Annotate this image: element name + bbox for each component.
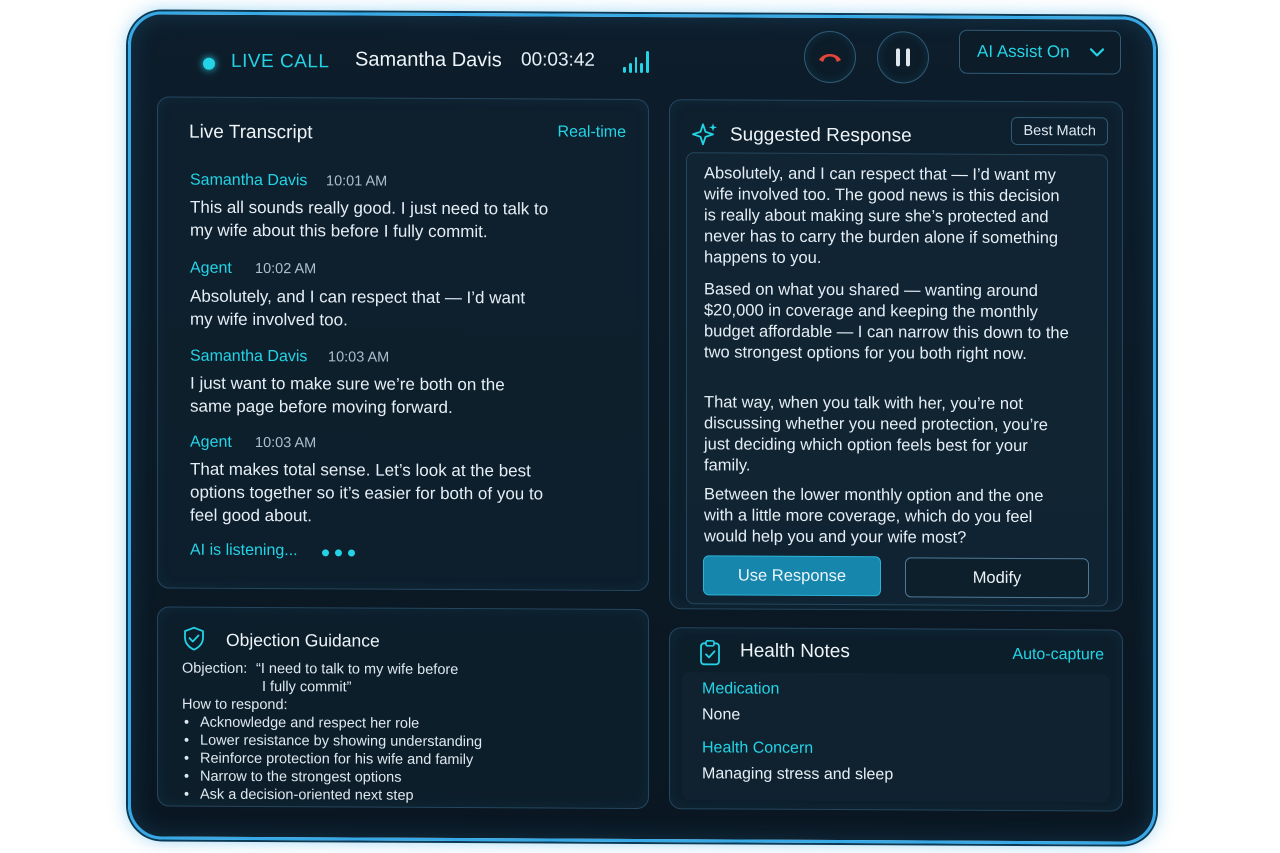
message-text: Absolutely, and I can respect that — I’d… xyxy=(190,286,526,330)
objection-quote-line: “I need to talk to my wife before xyxy=(256,660,459,679)
list-item: Reinforce protection for his wife and fa… xyxy=(182,750,482,770)
message-speaker: Samantha Davis xyxy=(190,171,308,190)
message-text: I just want to make sure we’re both on t… xyxy=(190,373,505,418)
response-steps-list: Acknowledge and respect her role Lower r… xyxy=(182,714,482,806)
sparkle-icon xyxy=(692,123,717,146)
shield-check-icon xyxy=(184,626,204,651)
response-paragraph: Between the lower monthly option and the… xyxy=(704,485,1044,547)
caller-name: Samantha Davis xyxy=(355,48,502,72)
note-value: None xyxy=(702,706,741,724)
call-timer: 00:03:42 xyxy=(521,49,595,71)
signal-wave-icon xyxy=(623,47,649,74)
note-label: Health Concern xyxy=(702,739,814,757)
message-speaker: Agent xyxy=(190,433,232,451)
suggested-response-panel: Suggested Response Best Match Absolutely… xyxy=(669,99,1123,612)
phone-hangup-icon xyxy=(819,53,841,63)
modify-button[interactable]: Modify xyxy=(905,557,1089,599)
objection-quote-line: I fully commit” xyxy=(262,679,352,696)
response-paragraph: Absolutely, and I can respect that — I’d… xyxy=(704,164,1060,267)
response-paragraph: Based on what you shared — wanting aroun… xyxy=(704,280,1069,364)
list-item: Narrow to the strongest options xyxy=(182,768,482,788)
auto-capture-tag: Auto-capture xyxy=(1012,645,1104,664)
chevron-down-icon xyxy=(1089,48,1105,57)
message-time: 10:03 AM xyxy=(328,349,390,366)
objection-guidance-panel: Objection Guidance Objection: “I need to… xyxy=(157,606,649,810)
message-time: 10:03 AM xyxy=(255,434,317,452)
message-time: 10:01 AM xyxy=(326,173,388,190)
suggested-response-text: Absolutely, and I can respect that — I’d… xyxy=(686,152,1108,607)
live-transcript-panel: Live Transcript Real-time Samantha Davis… xyxy=(157,96,649,592)
message-text: This all sounds really good. I just need… xyxy=(190,197,549,242)
clipboard-check-icon xyxy=(700,640,720,666)
call-assist-window: LIVE CALL Samantha Davis 00:03:42 AI Ass… xyxy=(128,11,1156,845)
list-item: Acknowledge and respect her role xyxy=(182,714,482,734)
pause-icon xyxy=(896,48,910,67)
ai-assist-dropdown[interactable]: AI Assist On xyxy=(959,29,1121,75)
message-text: That makes total sense. Let’s look at th… xyxy=(190,459,544,526)
message-speaker: Samantha Davis xyxy=(190,347,308,366)
note-value: Managing stress and sleep xyxy=(702,765,894,784)
note-label: Medication xyxy=(702,680,780,698)
objection-label: Objection: xyxy=(182,660,248,677)
panel-title: Live Transcript xyxy=(189,121,313,144)
list-item: Lower resistance by showing understandin… xyxy=(182,732,482,752)
health-notes-panel: Health Notes Auto-capture Medication Non… xyxy=(669,627,1123,812)
panel-title: Suggested Response xyxy=(730,124,912,147)
list-item: Ask a decision-oriented next step xyxy=(182,786,482,806)
response-paragraph: That way, when you talk with her, you’re… xyxy=(704,393,1048,475)
best-match-badge: Best Match xyxy=(1011,116,1108,146)
message-time: 10:02 AM xyxy=(255,260,317,278)
how-to-respond-label: How to respond: xyxy=(182,696,288,714)
typing-dots-icon xyxy=(322,549,355,557)
live-call-label: LIVE CALL xyxy=(231,50,330,73)
live-indicator-dot xyxy=(203,57,215,70)
use-response-button[interactable]: Use Response xyxy=(703,555,881,597)
hang-up-button[interactable] xyxy=(804,30,856,84)
pause-button[interactable] xyxy=(877,31,929,84)
ai-listening-status: AI is listening... xyxy=(190,541,298,560)
realtime-tag: Real-time xyxy=(557,123,626,141)
ai-assist-label: AI Assist On xyxy=(977,41,1070,62)
message-speaker: Agent xyxy=(190,259,232,277)
panel-title: Health Notes xyxy=(740,640,850,663)
health-notes-list: Medication None Health Concern Managing … xyxy=(682,672,1110,803)
panel-title: Objection Guidance xyxy=(226,629,380,651)
